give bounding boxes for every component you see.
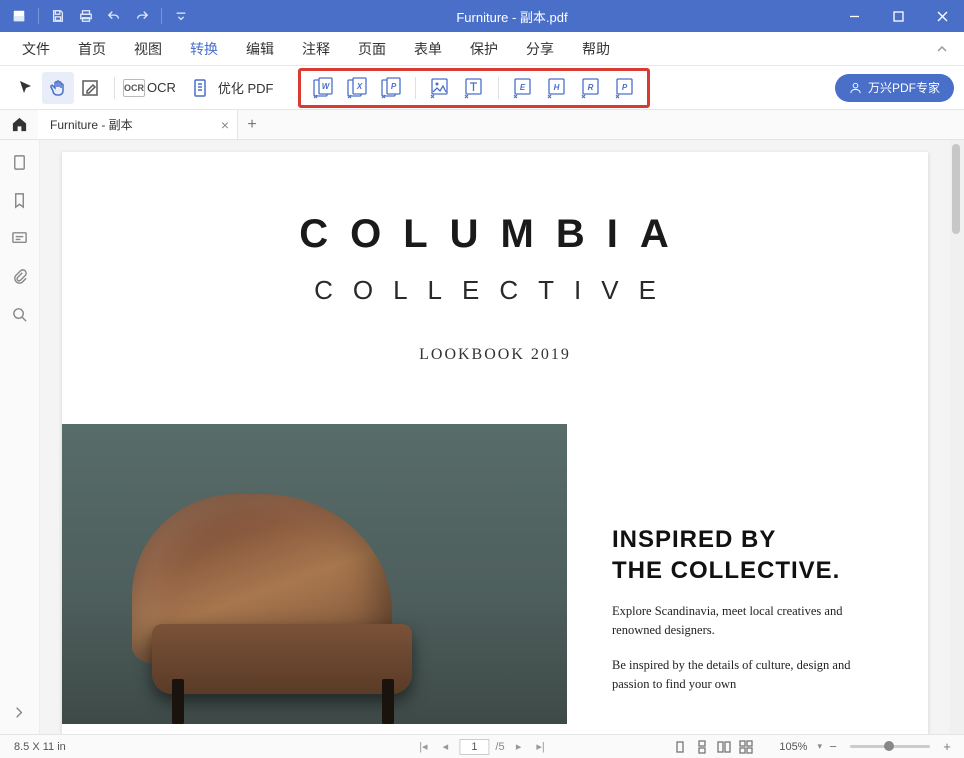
zoom-out-button[interactable]: −: [826, 740, 840, 754]
scrollbar-thumb[interactable]: [952, 144, 960, 234]
first-page-button[interactable]: |◂: [415, 739, 431, 755]
to-text-icon[interactable]: [460, 74, 488, 102]
doc-brand: COLUMBIA: [62, 212, 928, 257]
svg-text:E: E: [519, 83, 525, 92]
menu-form[interactable]: 表单: [400, 33, 456, 65]
zoom-in-button[interactable]: +: [940, 740, 954, 754]
minimize-button[interactable]: [832, 0, 876, 32]
to-ppt-icon[interactable]: P: [377, 74, 405, 102]
app-logo-icon[interactable]: [8, 5, 30, 27]
status-bar: 8.5 X 11 in |◂ ◂ 1 /5 ▸ ▸| 105% ▾ − +: [0, 734, 964, 758]
collapse-ribbon-icon[interactable]: [928, 35, 956, 63]
save-icon[interactable]: [47, 5, 69, 27]
doc-paragraph-1: Explore Scandinavia, meet local creative…: [612, 602, 872, 640]
zoom-slider-thumb[interactable]: [884, 741, 894, 751]
doc-subtitle: COLLECTIVE: [62, 275, 928, 306]
doc-lookbook: LOOKBOOK 2019: [62, 346, 928, 364]
svg-text:H: H: [553, 83, 559, 92]
comments-icon[interactable]: [8, 226, 32, 250]
menu-share[interactable]: 分享: [512, 33, 568, 65]
side-panel: [0, 140, 40, 734]
svg-text:P: P: [621, 83, 627, 92]
total-pages: /5: [495, 741, 504, 753]
page: COLUMBIA COLLECTIVE LOOKBOOK 2019 INSPIR…: [62, 152, 928, 734]
window-title: Furniture - 副本.pdf: [192, 7, 832, 26]
expand-panel-icon[interactable]: [8, 700, 32, 724]
ocr-icon[interactable]: OCR: [123, 79, 145, 97]
to-word-icon[interactable]: W: [309, 74, 337, 102]
document-tab[interactable]: Furniture - 副本 ×: [38, 109, 238, 139]
zoom-dropdown-icon[interactable]: ▾: [817, 741, 822, 752]
two-page-view-icon[interactable]: [715, 739, 733, 755]
menu-comment[interactable]: 注释: [288, 33, 344, 65]
optimize-pdf-icon[interactable]: [184, 72, 216, 104]
print-icon[interactable]: [75, 5, 97, 27]
document-canvas[interactable]: COLUMBIA COLLECTIVE LOOKBOOK 2019 INSPIR…: [40, 140, 950, 734]
menu-home[interactable]: 首页: [64, 33, 120, 65]
menu-page[interactable]: 页面: [344, 33, 400, 65]
single-page-view-icon[interactable]: [671, 739, 689, 755]
main-area: COLUMBIA COLLECTIVE LOOKBOOK 2019 INSPIR…: [0, 140, 964, 734]
redo-icon[interactable]: [131, 5, 153, 27]
to-excel-icon[interactable]: X: [343, 74, 371, 102]
doc-photo: [62, 424, 567, 724]
last-page-button[interactable]: ▸|: [533, 739, 549, 755]
toolbar: OCR OCR 优化 PDF W X P E H R P 万兴PDF专家: [0, 66, 964, 110]
svg-text:X: X: [355, 82, 362, 91]
page-dimensions: 8.5 X 11 in: [14, 741, 66, 753]
promo-label: 万兴PDF专家: [868, 79, 940, 96]
tab-close-icon[interactable]: ×: [221, 117, 229, 133]
next-page-button[interactable]: ▸: [511, 739, 527, 755]
home-tab-button[interactable]: [0, 109, 38, 139]
attachments-icon[interactable]: [8, 264, 32, 288]
menu-file[interactable]: 文件: [8, 33, 64, 65]
undo-icon[interactable]: [103, 5, 125, 27]
menu-help[interactable]: 帮助: [568, 33, 624, 65]
to-rtf-icon[interactable]: R: [577, 74, 605, 102]
hand-tool-icon[interactable]: [42, 72, 74, 104]
ocr-label[interactable]: OCR: [147, 80, 176, 95]
tab-title: Furniture - 副本: [50, 116, 133, 133]
zoom-slider[interactable]: [850, 745, 930, 748]
menu-edit[interactable]: 编辑: [232, 33, 288, 65]
continuous-view-icon[interactable]: [693, 739, 711, 755]
thumbnails-icon[interactable]: [8, 150, 32, 174]
svg-text:P: P: [390, 82, 396, 91]
menu-protect[interactable]: 保护: [456, 33, 512, 65]
two-continuous-view-icon[interactable]: [737, 739, 755, 755]
menu-bar: 文件 首页 视图 转换 编辑 注释 页面 表单 保护 分享 帮助: [0, 32, 964, 66]
close-button[interactable]: [920, 0, 964, 32]
current-page-input[interactable]: 1: [459, 739, 489, 755]
menu-view[interactable]: 视图: [120, 33, 176, 65]
search-icon[interactable]: [8, 302, 32, 326]
zoom-value: 105%: [779, 741, 807, 753]
vertical-scrollbar[interactable]: [950, 140, 964, 734]
maximize-button[interactable]: [876, 0, 920, 32]
prev-page-button[interactable]: ◂: [437, 739, 453, 755]
new-tab-button[interactable]: +: [238, 111, 266, 139]
edit-tool-icon[interactable]: [74, 72, 106, 104]
promo-button[interactable]: 万兴PDF专家: [835, 74, 954, 102]
doc-paragraph-2: Be inspired by the details of culture, d…: [612, 656, 872, 694]
to-image-icon[interactable]: [426, 74, 454, 102]
to-pdfa-icon[interactable]: P: [611, 74, 639, 102]
doc-heading: INSPIRED BYTHE COLLECTIVE.: [612, 524, 898, 586]
qat-dropdown-icon[interactable]: [170, 5, 192, 27]
user-icon: [849, 81, 862, 94]
page-nav: |◂ ◂ 1 /5 ▸ ▸|: [415, 739, 548, 755]
menu-convert[interactable]: 转换: [176, 33, 232, 65]
convert-tools-group: W X P E H R P: [298, 68, 650, 108]
to-html-icon[interactable]: H: [543, 74, 571, 102]
title-bar: Furniture - 副本.pdf: [0, 0, 964, 32]
tab-bar: Furniture - 副本 × +: [0, 110, 964, 140]
select-tool-icon[interactable]: [10, 72, 42, 104]
bookmarks-icon[interactable]: [8, 188, 32, 212]
optimize-label[interactable]: 优化 PDF: [218, 78, 274, 97]
svg-text:R: R: [587, 83, 593, 92]
to-epub-icon[interactable]: E: [509, 74, 537, 102]
